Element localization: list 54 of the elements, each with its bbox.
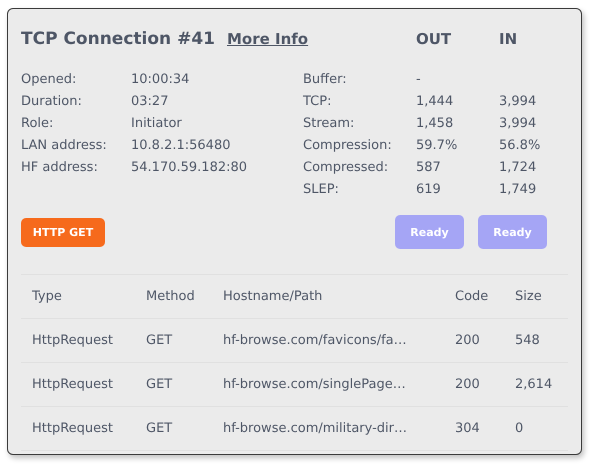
table-cell-text: hf-browse.com/military-dir… (222, 421, 408, 436)
table-header-cell-text: Method (145, 289, 196, 304)
more-info-link[interactable]: More Info (226, 30, 308, 48)
table-cell-text: GET (145, 333, 174, 348)
info-label: Duration: (21, 93, 83, 111)
table-header-cell-text: Type (31, 289, 63, 304)
table-cell-text: HttpRequest (31, 333, 114, 348)
table-cell-text: 304 (454, 421, 481, 436)
stat-value: 56.8% (499, 137, 540, 155)
info-value: 54.170.59.182:80 (131, 159, 248, 177)
table-cell-text: 200 (454, 333, 481, 348)
stat-value: 1,458 (416, 115, 454, 133)
table-cell-text: 2,614 (514, 377, 554, 392)
stat-label: Stream: (303, 115, 356, 133)
table-cell-text: 0 (514, 421, 524, 436)
ready-button[interactable]: Ready (395, 215, 464, 249)
stat-label: Compressed: (303, 159, 390, 177)
ready-button[interactable]: Ready (478, 215, 547, 249)
info-value: Initiator (131, 115, 183, 133)
info-label: HF address: (21, 159, 99, 177)
table-header-cell-text: Hostname/Path (222, 289, 324, 304)
column-heading: IN (499, 30, 518, 48)
stat-value: 3,994 (499, 93, 538, 111)
table-header-cell-text: Code (454, 289, 490, 304)
stat-value: 1,444 (416, 93, 454, 111)
table-cell-text: GET (145, 421, 174, 436)
http-get-button[interactable]: HTTP GET (21, 218, 105, 246)
info-value: 03:27 (131, 93, 170, 111)
stat-value: - (416, 71, 422, 89)
table-cell-text: HttpRequest (31, 377, 114, 392)
stat-value: 3,994 (499, 115, 538, 133)
info-value: 10.8.2.1:56480 (131, 137, 232, 155)
stat-value: 1,749 (499, 181, 538, 199)
table-cell-text: hf-browse.com/singlePage… (222, 377, 407, 392)
stat-value: 59.7% (416, 137, 458, 155)
column-heading: OUT (416, 30, 452, 48)
info-label: Role: (21, 115, 54, 133)
table-cell-text: hf-browse.com/favicons/fa… (222, 333, 408, 348)
stat-value: 587 (416, 159, 442, 177)
connection-title: TCP Connection #41 (21, 29, 215, 49)
stat-label: TCP: (303, 93, 332, 111)
info-value: 10:00:34 (131, 71, 190, 89)
stat-label: Compression: (303, 137, 393, 155)
stat-value: 1,724 (499, 159, 538, 177)
info-label: Opened: (21, 71, 78, 89)
table-cell-text: 200 (454, 377, 481, 392)
stat-label: SLEP: (303, 181, 340, 199)
table-cell-text: 548 (514, 333, 541, 348)
table-cell-text: HttpRequest (31, 421, 114, 436)
table-header-cell-text: Size (514, 289, 543, 304)
stat-value: 619 (416, 181, 442, 199)
stat-label: Buffer: (303, 71, 348, 89)
table-cell-text: GET (145, 377, 174, 392)
info-label: LAN address: (21, 137, 108, 155)
